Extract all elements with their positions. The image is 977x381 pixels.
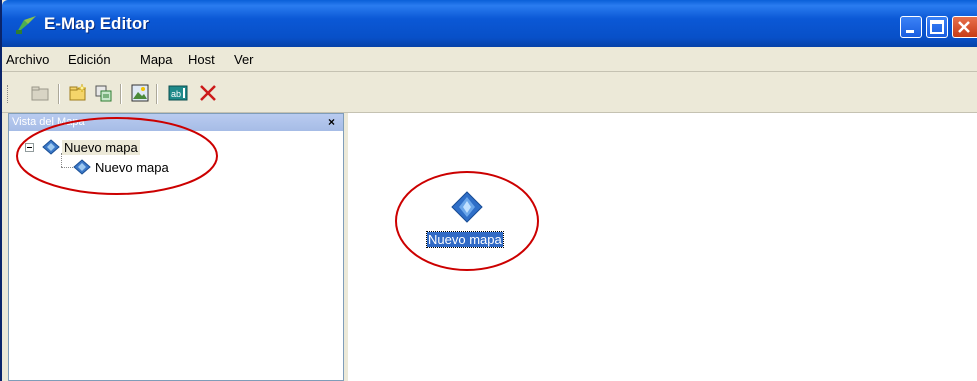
app-icon [16, 16, 36, 34]
menu-bar: Archivo Edición Mapa Host Ver [2, 47, 977, 72]
toolbar-grip[interactable] [7, 85, 11, 103]
maximize-icon [930, 20, 944, 34]
close-icon [958, 21, 970, 33]
menu-ver[interactable]: Ver [234, 52, 254, 67]
close-button[interactable] [952, 16, 977, 38]
image-icon[interactable] [130, 83, 150, 103]
svg-text:ab: ab [171, 89, 181, 99]
minimize-button[interactable] [900, 16, 922, 38]
menu-mapa[interactable]: Mapa [140, 52, 173, 67]
menu-edicion[interactable]: Edición [68, 52, 111, 67]
menu-archivo[interactable]: Archivo [6, 52, 49, 67]
toolbar-separator [156, 84, 158, 104]
app-window: E-Map Editor Archivo Edición Mapa Host V… [0, 0, 977, 381]
panel-close-button[interactable]: × [328, 115, 335, 129]
toolbar: ab [2, 72, 977, 113]
text-icon[interactable]: ab [168, 83, 188, 103]
title-bar[interactable]: E-Map Editor [2, 0, 977, 47]
toolbar-separator [58, 84, 60, 104]
menu-host[interactable]: Host [188, 52, 215, 67]
map-view-panel: Vista del Mapa × Nuevo mapa Nuevo mapa [8, 113, 344, 381]
map-canvas[interactable]: Nuevo mapa [348, 113, 977, 381]
maximize-button[interactable] [926, 16, 948, 38]
minimize-icon [906, 30, 914, 33]
delete-icon[interactable] [198, 83, 218, 103]
copy-map-icon[interactable] [94, 83, 114, 103]
window-title: E-Map Editor [44, 14, 149, 33]
new-map-icon[interactable] [68, 83, 88, 103]
annotation-ellipse [395, 171, 539, 271]
toolbar-separator [120, 84, 122, 104]
folder-icon[interactable] [30, 83, 50, 103]
annotation-ellipse [16, 117, 218, 195]
